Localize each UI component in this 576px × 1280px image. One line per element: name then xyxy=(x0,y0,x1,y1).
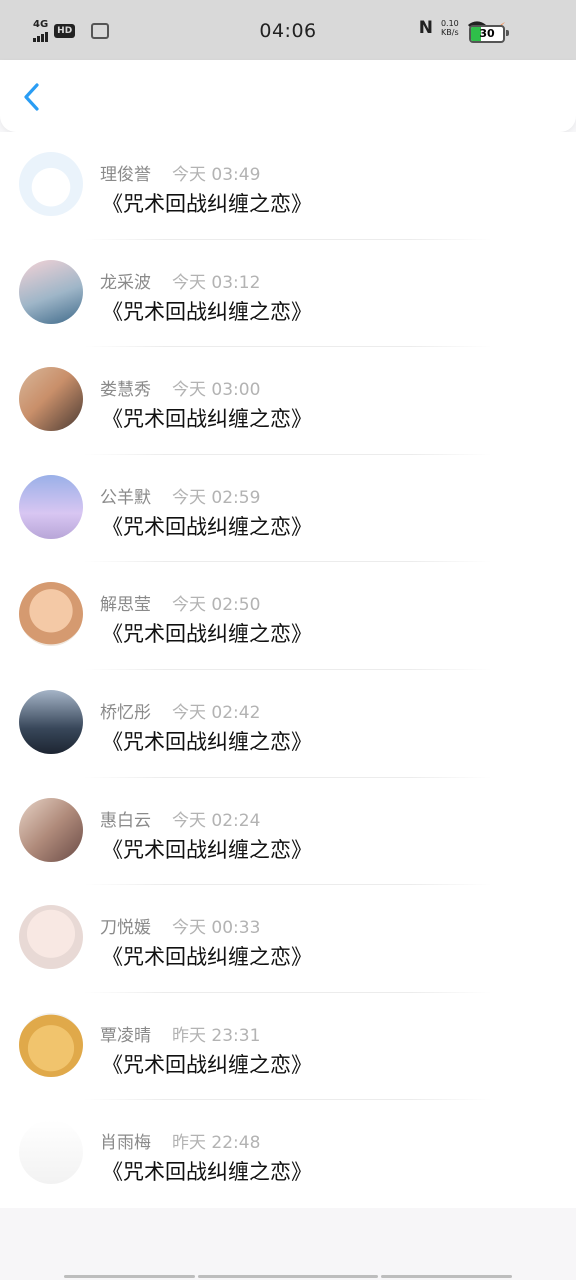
list-item[interactable]: 惠白云 今天 02:24 《咒术回战纠缠之恋》 xyxy=(0,778,576,886)
timestamp: 今天 03:49 xyxy=(172,165,261,185)
timestamp: 今天 02:24 xyxy=(172,810,261,831)
bottom-area xyxy=(0,1208,576,1280)
book-title: 《咒术回战纠缠之恋》 xyxy=(102,837,312,862)
list-item[interactable]: 娄慧秀 今天 03:00 《咒术回战纠缠之恋》 xyxy=(0,347,576,455)
user-name: 覃凌晴 xyxy=(100,1025,151,1046)
timestamp: 今天 02:59 xyxy=(172,487,261,508)
list-item[interactable]: 刀悦媛 今天 00:33 《咒术回战纠缠之恋》 xyxy=(0,885,576,993)
book-title: 《咒术回战纠缠之恋》 xyxy=(102,729,312,754)
status-bar: 4G HD 04:06 N 0.10 KB/s ⚡ 30 xyxy=(0,0,576,60)
book-title: 《咒术回战纠缠之恋》 xyxy=(102,192,312,216)
user-name: 刀悦媛 xyxy=(100,918,151,939)
user-name: 公羊默 xyxy=(100,487,151,508)
speed-unit: KB/s xyxy=(441,28,459,37)
speed-value: 0.10 xyxy=(440,19,459,28)
list-item[interactable]: 肖雨梅 昨天 22:48 《咒术回战纠缠之恋》 xyxy=(0,1100,576,1208)
book-title: 《咒术回战纠缠之恋》 xyxy=(102,1052,312,1077)
user-name: 娄慧秀 xyxy=(100,380,151,401)
timestamp: 昨天 22:48 xyxy=(172,1133,261,1154)
battery-level: 30 xyxy=(479,27,495,40)
network-speed: 0.10 KB/s xyxy=(441,19,459,37)
book-title: 《咒术回战纠缠之恋》 xyxy=(102,407,312,432)
list-item[interactable]: 解思莹 今天 02:50 《咒术回战纠缠之恋》 xyxy=(0,562,576,670)
avatar[interactable] xyxy=(19,474,83,539)
chevron-left-icon[interactable] xyxy=(16,80,48,114)
header-bar xyxy=(0,60,576,132)
avatar[interactable] xyxy=(19,905,83,970)
timestamp: 今天 02:42 xyxy=(172,702,261,723)
user-name: 桥忆彤 xyxy=(100,702,151,723)
battery-icon: 30 xyxy=(469,25,505,43)
avatar[interactable] xyxy=(19,1120,83,1185)
avatar[interactable] xyxy=(19,582,83,647)
nfc-icon: N xyxy=(418,18,433,38)
user-name: 理俊誉 xyxy=(100,165,151,185)
list-item[interactable]: 桥忆彤 今天 02:42 《咒术回战纠缠之恋》 xyxy=(0,670,576,778)
user-name: 龙采波 xyxy=(100,272,151,293)
timestamp: 今天 03:12 xyxy=(172,272,261,293)
avatar[interactable] xyxy=(19,259,83,324)
entry-list: 理俊誉 今天 03:49 《咒术回战纠缠之恋》 龙采波 今天 03:12 《咒术回战纠缠之… xyxy=(0,132,576,1208)
book-title: 《咒术回战纠缠之恋》 xyxy=(102,299,312,324)
timestamp: 今天 02:50 xyxy=(172,595,261,616)
user-name: 肖雨梅 xyxy=(100,1133,151,1154)
avatar[interactable] xyxy=(19,797,83,862)
timestamp: 今天 00:33 xyxy=(172,918,261,939)
list-item[interactable]: 龙采波 今天 03:12 《咒术回战纠缠之恋》 xyxy=(0,240,576,348)
list-item[interactable]: 理俊誉 今天 03:49 《咒术回战纠缠之恋》 xyxy=(0,132,576,240)
user-name: 惠白云 xyxy=(100,810,151,831)
timestamp: 昨天 23:31 xyxy=(172,1025,261,1046)
list-item[interactable]: 公羊默 今天 02:59 《咒术回战纠缠之恋》 xyxy=(0,455,576,563)
avatar[interactable] xyxy=(19,152,83,216)
avatar[interactable] xyxy=(19,1012,83,1077)
user-name: 解思莹 xyxy=(100,595,151,616)
book-title: 《咒术回战纠缠之恋》 xyxy=(102,945,312,970)
book-title: 《咒术回战纠缠之恋》 xyxy=(102,1160,312,1185)
avatar[interactable] xyxy=(19,689,83,754)
book-title: 《咒术回战纠缠之恋》 xyxy=(102,514,312,539)
list-item[interactable]: 覃凌晴 昨天 23:31 《咒术回战纠缠之恋》 xyxy=(0,993,576,1101)
timestamp: 今天 03:00 xyxy=(172,380,261,401)
avatar[interactable] xyxy=(19,367,83,432)
book-title: 《咒术回战纠缠之恋》 xyxy=(102,622,312,647)
